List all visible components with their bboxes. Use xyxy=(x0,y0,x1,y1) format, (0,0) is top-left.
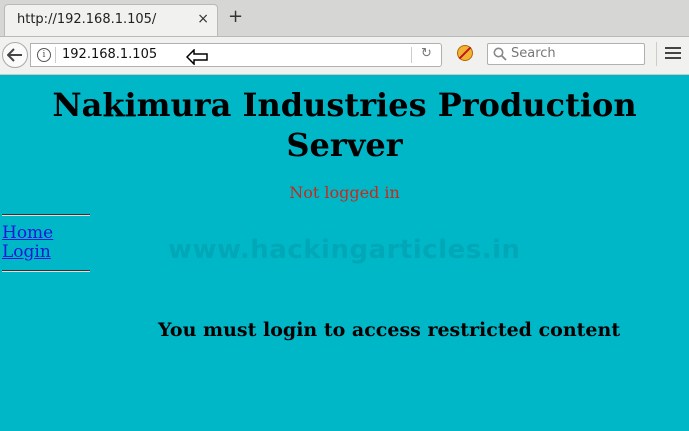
page-title: Nakimura Industries Production Server xyxy=(0,85,689,165)
page-title-line2: Server xyxy=(286,126,403,164)
page-title-line1: Nakimura Industries Production xyxy=(52,86,637,124)
mouse-cursor-icon xyxy=(186,49,208,65)
nav-link-home[interactable]: Home xyxy=(2,223,53,243)
login-status: Not logged in xyxy=(289,183,400,202)
search-placeholder: Search xyxy=(511,46,556,61)
reload-divider xyxy=(411,47,412,63)
search-icon xyxy=(493,47,507,61)
browser-tab[interactable]: http://192.168.1.105/ × xyxy=(4,4,218,36)
menu-divider xyxy=(656,42,657,66)
back-button[interactable] xyxy=(2,42,28,68)
nav-divider-bottom xyxy=(2,270,90,272)
search-input[interactable]: Search xyxy=(487,43,645,65)
watermark: www.hackingarticles.in xyxy=(168,235,521,265)
back-arrow-icon xyxy=(7,48,22,62)
page-content: Nakimura Industries Production Server No… xyxy=(0,75,689,431)
tab-strip: http://192.168.1.105/ × + xyxy=(0,0,689,37)
nav-divider-top xyxy=(2,214,90,216)
extension-icon[interactable] xyxy=(457,45,473,61)
url-divider xyxy=(55,47,56,63)
reload-icon[interactable]: ↻ xyxy=(421,46,432,61)
url-bar[interactable]: i 192.168.1.105 ↻ xyxy=(30,43,442,67)
close-icon[interactable]: × xyxy=(197,11,209,27)
tab-title: http://192.168.1.105/ xyxy=(17,12,157,27)
plus-icon[interactable]: + xyxy=(228,8,243,26)
restricted-message: You must login to access restricted cont… xyxy=(158,319,621,341)
browser-chrome: http://192.168.1.105/ × + i 192.168.1.10… xyxy=(0,0,689,75)
hamburger-menu-icon[interactable] xyxy=(665,45,681,61)
nav-link-login[interactable]: Login xyxy=(2,242,51,262)
info-icon[interactable]: i xyxy=(37,48,51,62)
url-text[interactable]: 192.168.1.105 xyxy=(62,47,157,62)
